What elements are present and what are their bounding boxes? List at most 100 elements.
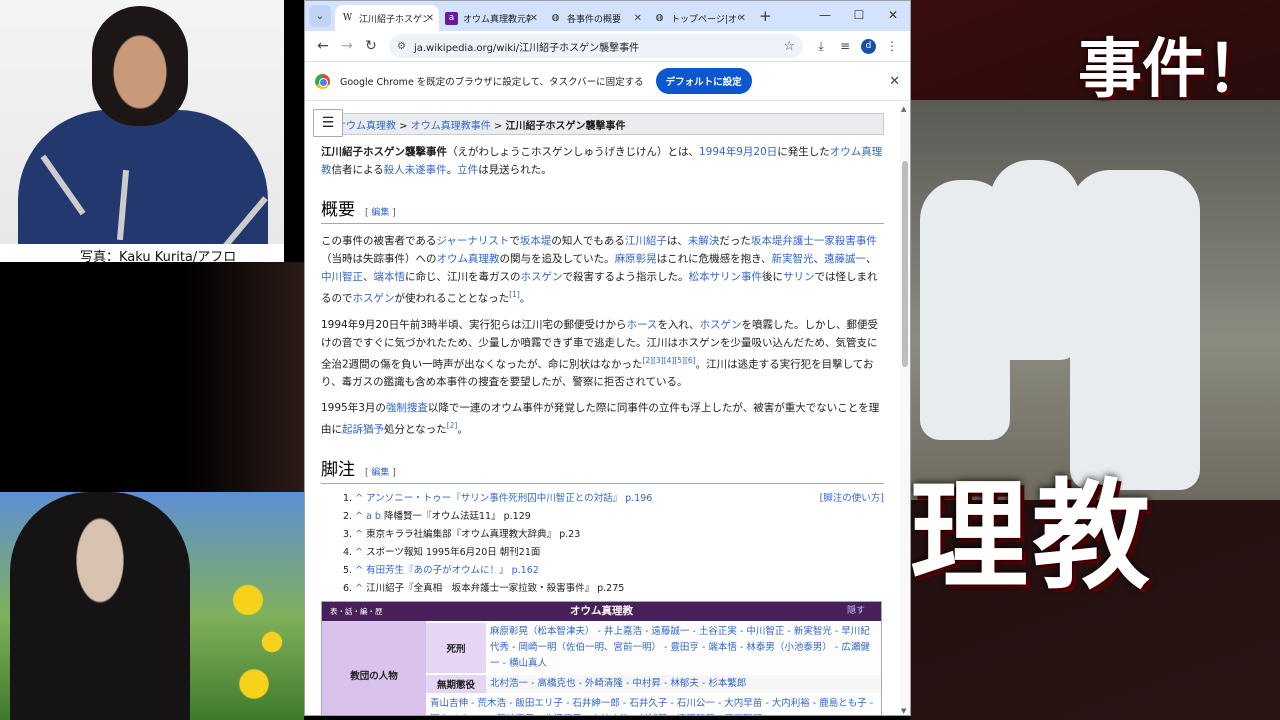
menu-icon[interactable]: ⋮ xyxy=(880,39,904,53)
backlink[interactable]: ^ xyxy=(355,529,363,540)
edit-link[interactable]: [ 編集 ] xyxy=(365,465,396,478)
reference-item: 6. ^ 江川紹子『全真相 坂本弁護士一家拉致・殺害事件』 p.275 xyxy=(343,580,884,598)
profile-avatar[interactable]: d xyxy=(861,38,876,54)
close-icon[interactable]: ✕ xyxy=(426,13,434,24)
link[interactable]: ホスゲン xyxy=(521,271,563,283)
scroll-up-icon[interactable]: ▲ xyxy=(901,105,906,113)
navbox-title-text[interactable]: オウム真理教 xyxy=(570,605,633,617)
tab-search-button[interactable]: ⌄ xyxy=(309,5,331,27)
link[interactable]: 端本悟 xyxy=(374,271,406,283)
link[interactable]: ジャーナリスト xyxy=(436,235,509,247)
link[interactable]: 坂本堤 xyxy=(520,235,552,247)
link[interactable]: 松本サリン事件 xyxy=(689,271,763,283)
link[interactable]: オウム真理教 xyxy=(437,253,500,265)
reference-text: 東京キララ社編集部『オウム真理教大辞典』 p.23 xyxy=(366,528,581,540)
backlink[interactable]: ^ xyxy=(355,493,363,504)
navbox: 表・話・編・歴 オウム真理教 隠す 教団の人物 死刑 麻原彰晃（松本智津夫） -… xyxy=(321,600,882,716)
text: はこれに危機感を抱き、 xyxy=(656,253,772,265)
link[interactable]: 遠藤誠一 xyxy=(824,253,866,265)
close-icon[interactable]: ✕ xyxy=(530,13,538,24)
media-icon[interactable]: ≡ xyxy=(833,39,857,53)
tab-title: トップページ|オウム xyxy=(671,14,739,25)
link[interactable]: 殺人未遂事件 xyxy=(384,164,447,176)
close-icon[interactable]: ✕ xyxy=(889,74,900,89)
reference-link[interactable]: [1] xyxy=(509,290,520,299)
tab-title: 各事件の概要 xyxy=(567,14,622,25)
back-icon[interactable]: ← xyxy=(311,38,335,54)
navbox-list[interactable]: 青山吉伸 - 荒木浩 - 飯田エリ子 - 石井紳一郎 - 石井久子 - 石川公一… xyxy=(426,695,881,716)
set-default-button[interactable]: デフォルトに設定 xyxy=(655,68,752,94)
sunflowers xyxy=(230,572,290,712)
link[interactable]: ホスゲン xyxy=(700,319,742,331)
minimize-icon[interactable]: — xyxy=(808,1,842,29)
backlink[interactable]: ^ xyxy=(355,547,363,558)
webcam-feed xyxy=(0,492,304,720)
backlink[interactable]: ^ a b xyxy=(355,511,381,522)
navbox-hide-toggle[interactable]: 隠す xyxy=(847,602,865,621)
reference-text[interactable]: 有田芳生『あの子がオウムに！』 p.162 xyxy=(366,565,539,576)
backlink[interactable]: ^ xyxy=(355,565,363,576)
close-window-icon[interactable]: ✕ xyxy=(876,1,910,29)
maximize-icon[interactable]: ☐ xyxy=(842,1,876,29)
breadcrumb-link[interactable]: オウム真理教 xyxy=(336,121,396,132)
navbox-subgroup-label: 死刑 xyxy=(426,622,486,673)
download-icon[interactable]: ⤓ xyxy=(809,39,833,54)
edit-link[interactable]: [ 編集 ] xyxy=(365,205,396,218)
address-bar[interactable]: ⚙ ja.wikipedia.org/wiki/江川紹子ホスゲン襲撃事件 ☆ xyxy=(389,34,803,58)
scroll-thumb[interactable] xyxy=(902,161,908,367)
link[interactable]: サリン xyxy=(783,271,815,283)
link[interactable]: 立件 xyxy=(457,164,478,176)
breadcrumb-link[interactable]: オウム真理教事件 xyxy=(411,121,491,132)
tab-3[interactable]: ◍ 各事件の概要 ✕ xyxy=(543,5,647,31)
text: を入れ、 xyxy=(657,318,700,331)
reference-text[interactable]: アンソニー・トゥー『サリン事件死刑囚中川智正との対話』 p.196 xyxy=(366,493,652,504)
article-content: オウム真理教 > オウム真理教事件 > 江川紹子ホスゲン襲撃事件 江川紹子ホスゲ… xyxy=(305,103,901,716)
bookmark-star-icon[interactable]: ☆ xyxy=(783,39,795,54)
wikipedia-icon: W xyxy=(342,13,353,23)
forward-icon[interactable]: → xyxy=(335,38,359,54)
navbox-list[interactable]: 北村浩一 - 高橋克也 - 外崎清隆 - 中村昇 - 林郁夫 - 杉本繁郎 xyxy=(486,674,881,693)
link[interactable]: 中川智正 xyxy=(321,271,363,283)
globe-icon: ◍ xyxy=(551,13,560,23)
toolbar: ← → ↻ ⚙ ja.wikipedia.org/wiki/江川紹子ホスゲン襲撃… xyxy=(305,31,910,61)
reference-link[interactable]: [2][3][4][5][6] xyxy=(642,356,695,365)
video-background xyxy=(0,262,304,492)
tab-4[interactable]: ◍ トップページ|オウム ✕ xyxy=(647,5,751,31)
text: 。 xyxy=(446,164,458,176)
link[interactable]: 1994年9月20日 xyxy=(699,146,777,158)
text: 信者による xyxy=(331,164,384,176)
tab-1[interactable]: W 江川紹子ホスゲン襲撃事件 ✕ xyxy=(335,5,439,31)
breadcrumb-separator: > xyxy=(396,121,411,132)
backlink[interactable]: ^ xyxy=(355,583,363,594)
link[interactable]: 強制捜査 xyxy=(386,402,428,414)
page-scrollbar[interactable]: ▲ ▼ xyxy=(900,103,910,715)
link[interactable]: ホスゲン xyxy=(353,293,395,305)
reload-icon[interactable]: ↻ xyxy=(359,38,383,54)
site-info-icon[interactable]: ⚙ xyxy=(397,41,406,52)
link[interactable]: 起訴猶予 xyxy=(342,424,384,436)
link[interactable]: ホース xyxy=(626,319,657,331)
edit-label[interactable]: 編集 xyxy=(371,468,389,478)
reference-link[interactable]: [2] xyxy=(447,421,458,430)
link[interactable]: 新実智光 xyxy=(771,253,813,265)
link[interactable]: 麻原彰晃 xyxy=(615,253,657,265)
edit-label[interactable]: 編集 xyxy=(371,208,389,218)
navbox-list[interactable]: 麻原彰晃（松本智津夫） - 井上嘉浩 - 遠藤誠一 - 土谷正実 - 中川智正 … xyxy=(486,623,881,673)
link[interactable]: 未解決 xyxy=(688,235,720,247)
scroll-down-icon[interactable]: ▼ xyxy=(901,707,906,715)
navbox-vde-links[interactable]: 表・話・編・歴 xyxy=(330,602,383,621)
close-icon[interactable]: ✕ xyxy=(634,13,642,24)
tab-title: 江川紹子ホスゲン襲撃事件 xyxy=(359,14,427,25)
notes-usage-link[interactable]: [脚注の使い方] xyxy=(820,490,884,508)
ref-number: 6. xyxy=(343,582,353,594)
text: が使われることとなった xyxy=(394,292,510,305)
reference-item: 4. ^ スポーツ報知 1995年6月20日 朝刊21面 xyxy=(343,544,884,562)
link[interactable]: 坂本堤弁護士一家殺害事件 xyxy=(751,235,877,247)
breadcrumb-current: 江川紹子ホスゲン襲撃事件 xyxy=(505,121,626,132)
toc-toggle-icon[interactable]: ☰ xyxy=(313,109,343,137)
close-icon[interactable]: ✕ xyxy=(738,13,746,24)
tab-2[interactable]: a オウム真理教元幹部 ✕ xyxy=(439,5,543,31)
new-tab-button[interactable]: + xyxy=(759,7,772,25)
section-heading-overview: 概要 [ 編集 ] xyxy=(321,195,884,224)
link[interactable]: 江川紹子 xyxy=(625,235,667,247)
